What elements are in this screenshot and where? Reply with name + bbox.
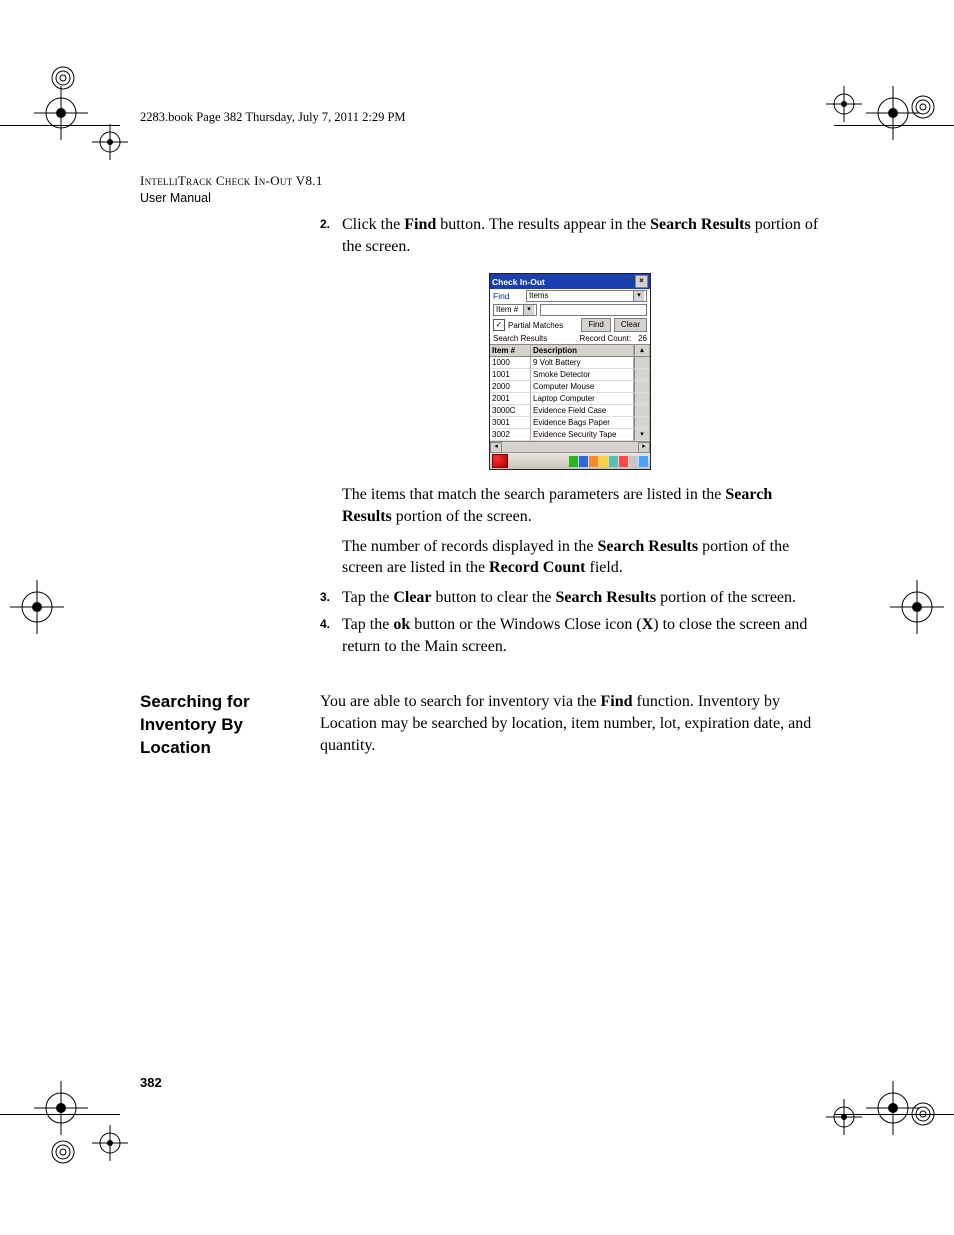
- clear-button[interactable]: Clear: [614, 318, 647, 332]
- instruction-list-lower: 3. Tap the Clear button to clear the Sea…: [320, 587, 820, 658]
- partial-matches-label: Partial Matches: [508, 321, 578, 330]
- record-count-label: Record Count:: [580, 334, 632, 343]
- cell-description: Evidence Field Case: [531, 405, 634, 417]
- cell-item: 1001: [490, 369, 531, 381]
- step-number: 3.: [320, 587, 342, 609]
- cell-description: Smoke Detector: [531, 369, 634, 381]
- book-subtitle: User Manual: [140, 190, 820, 206]
- tray-icon[interactable]: [629, 456, 638, 467]
- table-row[interactable]: 1001Smoke Detector: [490, 369, 650, 381]
- scrollbar-track[interactable]: [634, 357, 650, 369]
- table-row[interactable]: 10009 Volt Battery: [490, 357, 650, 369]
- tray-icon[interactable]: [569, 456, 578, 467]
- table-row[interactable]: 3001Evidence Bags Paper: [490, 417, 650, 429]
- tray-icon[interactable]: [609, 456, 618, 467]
- scroll-down-icon[interactable]: ▾: [634, 429, 650, 441]
- table-row[interactable]: 3000CEvidence Field Case: [490, 405, 650, 417]
- cell-description: 9 Volt Battery: [531, 357, 634, 369]
- window-title: Check In-Out: [492, 277, 545, 287]
- cell-item: 1000: [490, 357, 531, 369]
- scrollbar-track[interactable]: [634, 393, 650, 405]
- paragraph: The number of records displayed in the S…: [320, 536, 820, 579]
- section-body: You are able to search for inventory via…: [320, 691, 820, 756]
- col-desc-header: Description: [531, 345, 634, 356]
- device-screenshot: Check In-Out × Find Items▾ Item #▾: [320, 273, 820, 470]
- window-titlebar: Check In-Out ×: [490, 274, 650, 289]
- table-row[interactable]: 2000Computer Mouse: [490, 381, 650, 393]
- find-button[interactable]: Find: [581, 318, 611, 332]
- find-dropdown[interactable]: Items▾: [526, 290, 647, 302]
- cell-item: 2001: [490, 393, 531, 405]
- chevron-down-icon: ▾: [523, 305, 534, 315]
- search-results-label: Search Results: [493, 334, 547, 343]
- scrollbar-track[interactable]: [634, 417, 650, 429]
- cell-item: 2000: [490, 381, 531, 393]
- partial-matches-checkbox[interactable]: ✓: [493, 319, 505, 331]
- tray-icon[interactable]: [639, 456, 648, 467]
- scroll-up-icon[interactable]: ▴: [634, 345, 650, 356]
- scrollbar-track[interactable]: [634, 369, 650, 381]
- tray-icon[interactable]: [579, 456, 588, 467]
- find-label: Find: [493, 291, 523, 301]
- search-input[interactable]: [540, 304, 647, 316]
- step-2-text: Click the Find button. The results appea…: [342, 214, 820, 257]
- scrollbar-track[interactable]: [634, 381, 650, 393]
- book-title: IntelliTrack Check In-Out V8.1: [140, 173, 820, 190]
- chevron-down-icon: ▾: [633, 291, 644, 301]
- step-2: 2. Click the Find button. The results ap…: [320, 214, 820, 257]
- page-content: 2283.book Page 382 Thursday, July 7, 201…: [140, 110, 820, 764]
- grid-body: 10009 Volt Battery1001Smoke Detector2000…: [490, 357, 650, 441]
- step-number: 4.: [320, 614, 342, 657]
- instruction-list-upper: 2. Click the Find button. The results ap…: [320, 214, 820, 257]
- start-icon[interactable]: [492, 454, 508, 468]
- cell-item: 3002: [490, 429, 531, 441]
- taskbar: [490, 452, 650, 469]
- cell-description: Computer Mouse: [531, 381, 634, 393]
- paragraph: The items that match the search paramete…: [320, 484, 820, 527]
- tray-icon[interactable]: [589, 456, 598, 467]
- horizontal-scrollbar[interactable]: ◂ ▸: [490, 441, 650, 452]
- tray-icon[interactable]: [599, 456, 608, 467]
- record-count-value: 26: [634, 334, 647, 343]
- page-number: 382: [140, 1075, 162, 1090]
- step-number: 2.: [320, 214, 342, 257]
- table-row[interactable]: 2001Laptop Computer: [490, 393, 650, 405]
- table-row[interactable]: 3002Evidence Security Tape▾: [490, 429, 650, 441]
- book-header: IntelliTrack Check In-Out V8.1 User Manu…: [140, 173, 820, 206]
- section-heading: Searching for Inventory By Location: [140, 691, 310, 760]
- system-tray: [569, 456, 648, 467]
- cell-description: Evidence Security Tape: [531, 429, 634, 441]
- step-3-text: Tap the Clear button to clear the Search…: [342, 587, 820, 609]
- step-4: 4. Tap the ok button or the Windows Clos…: [320, 614, 820, 657]
- scroll-left-icon[interactable]: ◂: [490, 442, 502, 453]
- step-3: 3. Tap the Clear button to clear the Sea…: [320, 587, 820, 609]
- tray-icon[interactable]: [619, 456, 628, 467]
- col-item-header: Item #: [490, 345, 531, 356]
- cell-description: Evidence Bags Paper: [531, 417, 634, 429]
- crop-header: 2283.book Page 382 Thursday, July 7, 201…: [140, 110, 820, 125]
- grid-header: Item # Description ▴: [490, 344, 650, 357]
- field-dropdown[interactable]: Item #▾: [493, 304, 537, 316]
- step-4-text: Tap the ok button or the Windows Close i…: [342, 614, 820, 657]
- scroll-right-icon[interactable]: ▸: [638, 442, 650, 453]
- cell-description: Laptop Computer: [531, 393, 634, 405]
- scrollbar-track[interactable]: [634, 405, 650, 417]
- cell-item: 3000C: [490, 405, 531, 417]
- cell-item: 3001: [490, 417, 531, 429]
- close-icon[interactable]: ×: [635, 275, 648, 288]
